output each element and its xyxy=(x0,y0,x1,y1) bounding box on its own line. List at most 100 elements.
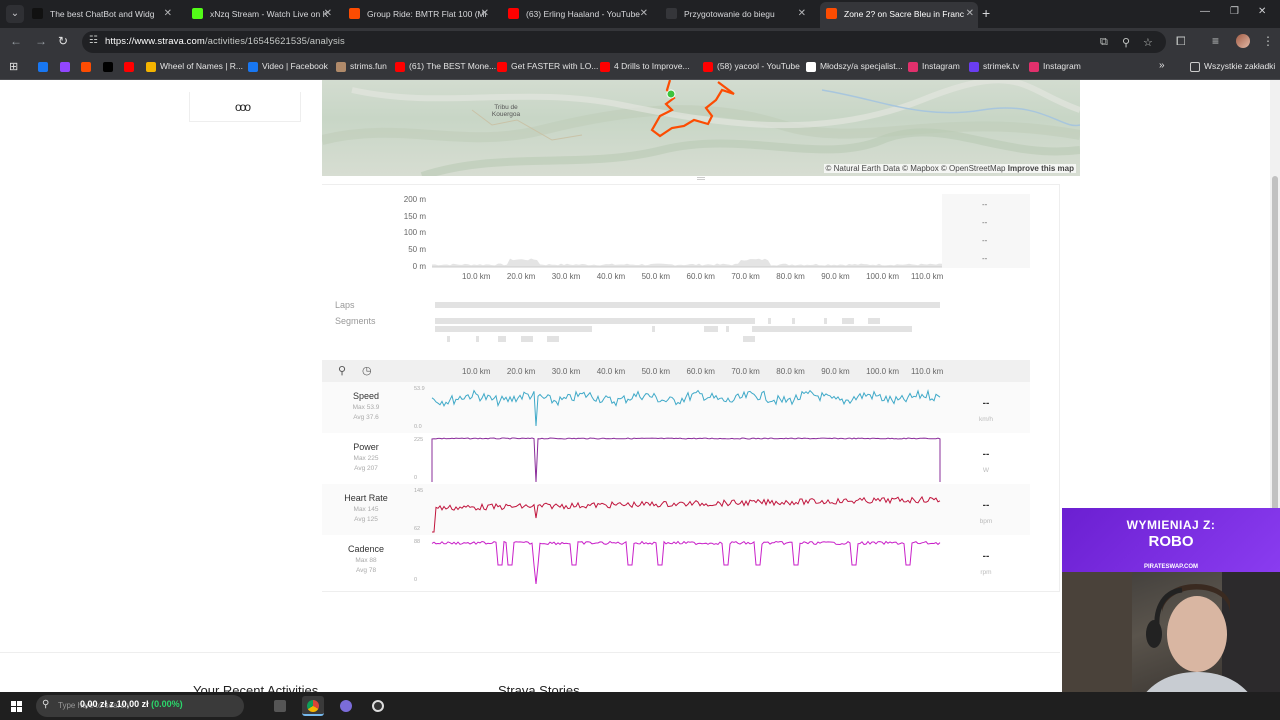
site-info-icon[interactable]: ☷ xyxy=(89,35,98,46)
segment-bar xyxy=(498,336,506,342)
apps-grid-icon[interactable]: ⊞ xyxy=(9,60,18,73)
tab-close-icon[interactable]: ✕ xyxy=(324,2,332,26)
metric-line-chart[interactable] xyxy=(430,382,950,433)
bookmark-item[interactable]: Get FASTER with LO... xyxy=(497,61,598,72)
chrome-app[interactable] xyxy=(302,696,324,716)
segment-bar xyxy=(476,336,479,342)
tab-title: Przygotowanie do biegu xyxy=(684,9,775,19)
close-window-icon[interactable]: ✕ xyxy=(1258,6,1266,17)
tab-favicon-icon xyxy=(666,8,677,19)
tab-close-icon[interactable]: ✕ xyxy=(164,2,172,26)
bookmark-favicon-icon xyxy=(146,62,156,72)
sponsor-line-1: WYMIENIAJ Z: xyxy=(1126,518,1216,532)
bookmark-item[interactable]: (58) yacool - YouTube xyxy=(703,61,800,72)
sponsor-banner: WYMIENIAJ Z: ROBO PIRATESWAP.COM xyxy=(1062,508,1280,572)
bookmark-item[interactable]: (61) The BEST Mone... xyxy=(395,61,496,72)
metric-current-value: -- xyxy=(982,551,990,562)
analysis-x-tick: 100.0 km xyxy=(866,367,899,376)
restore-icon[interactable]: ❐ xyxy=(1230,6,1239,17)
zoom-icon[interactable]: ⚲ xyxy=(1122,36,1130,49)
metric-scale-bottom: 62 xyxy=(414,526,421,532)
metric-name: Heart Rate xyxy=(344,493,388,503)
bookmark-item[interactable]: Instagram xyxy=(908,61,960,72)
recent-activities-heading: Your Recent Activities xyxy=(193,683,319,692)
terminal-app[interactable] xyxy=(269,696,291,716)
bookmark-label: Video | Facebook xyxy=(262,61,328,71)
tab-close-icon[interactable]: ✕ xyxy=(640,2,648,26)
footer-section: Your Recent Activities Strava Stories xyxy=(0,652,1060,692)
profile-avatar[interactable] xyxy=(1236,34,1250,48)
metric-trace xyxy=(431,389,941,427)
map-pin-icon[interactable]: ⚲ xyxy=(338,364,346,377)
metric-line-chart[interactable] xyxy=(430,484,950,535)
analysis-x-tick: 40.0 km xyxy=(596,367,626,376)
obs-app[interactable] xyxy=(367,696,389,716)
segment-bar xyxy=(704,326,718,332)
bookmark-item[interactable]: 4 Drills to Improve... xyxy=(600,61,690,72)
clock-icon[interactable]: ◷ xyxy=(362,364,372,377)
tab-close-icon[interactable]: ✕ xyxy=(798,2,806,26)
laps-segments-bars[interactable] xyxy=(0,80,1270,350)
bookmark-favicon-icon xyxy=(336,62,346,72)
bookmark-label: (58) yacool - YouTube xyxy=(717,61,800,71)
browser-tab[interactable]: The best ChatBot and Widg ✕ xyxy=(26,2,176,28)
bookmark-favicon-icon xyxy=(969,62,979,72)
back-icon[interactable]: ← xyxy=(10,34,22,48)
analysis-x-tick: 20.0 km xyxy=(506,367,536,376)
bookmark-item[interactable]: Video | Facebook xyxy=(248,61,328,72)
bookmark-item[interactable]: Instagram xyxy=(1029,61,1081,72)
metric-line-chart[interactable] xyxy=(430,433,950,484)
extensions-icon[interactable]: ⧠ xyxy=(1176,34,1186,49)
bookmark-favicon-icon xyxy=(497,62,507,72)
tab-close-icon[interactable]: ✕ xyxy=(966,2,974,26)
scrollbar-thumb[interactable] xyxy=(1272,176,1278,526)
metric-avg: Avg 37.6 xyxy=(353,414,379,421)
all-bookmarks[interactable]: Wszystkie zakładki xyxy=(1190,61,1275,72)
bookmark-item[interactable]: strims.fun xyxy=(336,61,387,72)
browser-tab[interactable]: Group Ride: BMTR Flat 100 (Mi ✕ xyxy=(343,2,493,28)
browser-tab[interactable]: Zone 2? on Sacre Bleu in Franc ✕ xyxy=(820,2,978,28)
bookmark-favicon-icon xyxy=(124,62,134,72)
minimize-icon[interactable]: — xyxy=(1200,6,1210,17)
start-icon[interactable] xyxy=(11,701,22,712)
browser-tab[interactable]: Przygotowanie do biegu ✕ xyxy=(660,2,810,28)
price-ticker: 0,00 zł z 10,00 zł (0.00%) xyxy=(80,699,183,709)
address-bar[interactable]: ☷ https://www.strava.com/activities/1654… xyxy=(82,31,1166,53)
new-tab-button[interactable]: + xyxy=(982,5,990,21)
sponsor-url: PIRATESWAP.COM xyxy=(1143,564,1199,570)
search-icon: ⚲ xyxy=(42,699,50,710)
tab-close-icon[interactable]: ✕ xyxy=(481,2,489,26)
segment-bar xyxy=(435,326,592,332)
reading-list-icon[interactable]: ≡ xyxy=(1212,34,1219,48)
sponsor-line-2: ROBO xyxy=(1148,533,1194,550)
bookmark-label: Wheel of Names | R... xyxy=(160,61,243,71)
segment-bar xyxy=(726,326,729,332)
install-app-icon[interactable]: ⧉ xyxy=(1100,36,1108,49)
bookmark-item[interactable]: Młodszy/a specjalist... xyxy=(806,61,903,72)
browser-tab[interactable]: (63) Erling Haaland - YouTube ✕ xyxy=(502,2,652,28)
browser-tab[interactable]: xNzq Stream - Watch Live on K ✕ xyxy=(186,2,336,28)
bookmark-favicon-icon xyxy=(248,62,258,72)
bookmark-item[interactable]: strimek.tv xyxy=(969,61,1019,72)
app-icon[interactable] xyxy=(335,696,357,716)
metric-trace xyxy=(431,437,941,483)
tab-search-icon[interactable]: ⌄ xyxy=(6,5,24,23)
menu-icon[interactable]: ⋮ xyxy=(1262,34,1274,48)
bookmark-star-icon[interactable]: ☆ xyxy=(1143,36,1153,49)
metric-row: Speed Max 53.9 Avg 37.6 53.9 0.0 -- km/h xyxy=(322,382,1030,433)
tab-favicon-icon xyxy=(192,8,203,19)
analysis-x-tick: 10.0 km xyxy=(462,367,491,376)
analysis-x-tick: 30.0 km xyxy=(551,367,581,376)
metric-unit: bpm xyxy=(979,518,993,525)
metric-line-chart[interactable] xyxy=(430,535,950,586)
reload-icon[interactable]: ↻ xyxy=(58,34,68,48)
metric-current-value: -- xyxy=(982,449,990,460)
more-bookmarks-icon[interactable]: » xyxy=(1159,60,1165,71)
segment-bar xyxy=(743,336,755,342)
tab-title: Zone 2? on Sacre Bleu in Franc xyxy=(844,9,965,19)
metric-name: Power xyxy=(353,442,379,452)
bookmark-label: Młodszy/a specjalist... xyxy=(820,61,903,71)
forward-icon[interactable]: → xyxy=(35,34,47,48)
tab-favicon-icon xyxy=(32,8,43,19)
bookmark-item[interactable]: Wheel of Names | R... xyxy=(146,61,243,72)
